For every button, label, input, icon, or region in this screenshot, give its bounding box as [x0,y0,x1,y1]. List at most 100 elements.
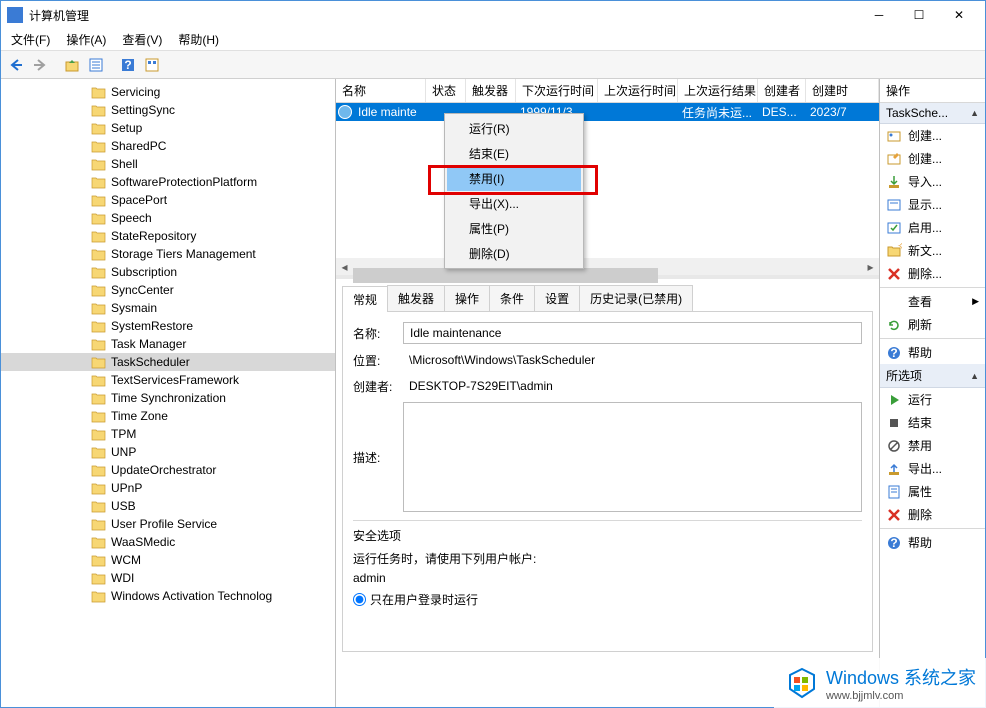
tree-item-updateorchestrator[interactable]: UpdateOrchestrator [1,461,335,479]
minimize-button[interactable]: ─ [859,1,899,29]
maximize-button[interactable]: ☐ [899,1,939,29]
col-result[interactable]: 上次运行结果 [678,79,758,102]
action-show[interactable]: 显示... [880,193,985,216]
tree-item-task-manager[interactable]: Task Manager [1,335,335,353]
action-end[interactable]: 结束 [880,411,985,434]
tab-操作[interactable]: 操作 [444,285,490,311]
tree-item-windows-activation-technolog[interactable]: Windows Activation Technolog [1,587,335,605]
action-delete[interactable]: 删除 [880,503,985,526]
folder-icon [91,176,107,189]
col-lastrun[interactable]: 上次运行时间 [598,79,678,102]
close-button[interactable]: ✕ [939,1,979,29]
scroll-left-icon[interactable]: ◂ [336,258,353,275]
tree-item-textservicesframework[interactable]: TextServicesFramework [1,371,335,389]
tree-item-storage-tiers-management[interactable]: Storage Tiers Management [1,245,335,263]
back-button[interactable] [5,54,27,76]
scroll-thumb[interactable] [353,268,658,283]
tree-item-waasmedic[interactable]: WaaSMedic [1,533,335,551]
tree-item-time-synchronization[interactable]: Time Synchronization [1,389,335,407]
tree-item-systemrestore[interactable]: SystemRestore [1,317,335,335]
ctx-结束e[interactable]: 结束(E) [447,141,581,166]
creator-label: 创建者: [353,378,403,395]
tree-item-tpm[interactable]: TPM [1,425,335,443]
ctx-运行r[interactable]: 运行(R) [447,116,581,141]
action-export[interactable]: 导出... [880,457,985,480]
tree-item-label: User Profile Service [111,517,217,531]
tree-item-upnp[interactable]: UPnP [1,479,335,497]
action-refresh[interactable]: 刷新 [880,313,985,336]
action-newfolder[interactable]: ✧新文... [880,239,985,262]
action-help[interactable]: ?帮助 [880,341,985,364]
action-run[interactable]: 运行 [880,388,985,411]
ctx-属性p[interactable]: 属性(P) [447,216,581,241]
menu-file[interactable]: 文件(F) [5,29,56,50]
action-disable[interactable]: 禁用 [880,434,985,457]
tree-item-shell[interactable]: Shell [1,155,335,173]
tree-item-time-zone[interactable]: Time Zone [1,407,335,425]
tree-item-speech[interactable]: Speech [1,209,335,227]
forward-button[interactable] [29,54,51,76]
col-trigger[interactable]: 触发器 [466,79,516,102]
view-button[interactable] [141,54,163,76]
col-creator[interactable]: 创建者 [758,79,806,102]
tree-item-servicing[interactable]: Servicing [1,83,335,101]
menu-action[interactable]: 操作(A) [60,29,112,50]
menu-view[interactable]: 查看(V) [116,29,168,50]
actions-section-taskscheduler[interactable]: TaskSche... ▲ [880,103,985,124]
tree-pane[interactable]: ServicingSettingSyncSetupSharedPCShellSo… [1,79,336,707]
tab-条件[interactable]: 条件 [489,285,535,311]
up-folder-button[interactable] [61,54,83,76]
ctx-删除d[interactable]: 删除(D) [447,241,581,266]
properties-button[interactable] [85,54,107,76]
tab-常规[interactable]: 常规 [342,286,388,312]
center-pane: 名称 状态 触发器 下次运行时间 上次运行时间 上次运行结果 创建者 创建时 I… [336,79,880,707]
tree-item-wcm[interactable]: WCM [1,551,335,569]
scroll-right-icon[interactable]: ▸ [862,258,879,275]
name-field[interactable]: Idle maintenance [403,322,862,344]
tab-触发器[interactable]: 触发器 [387,285,445,311]
tree-item-subscription[interactable]: Subscription [1,263,335,281]
action-enable[interactable]: 启用... [880,216,985,239]
action-create[interactable]: 创建... [880,147,985,170]
folder-icon [91,374,107,387]
action-label: 帮助 [908,344,932,361]
tree-item-staterepository[interactable]: StateRepository [1,227,335,245]
tree-item-wdi[interactable]: WDI [1,569,335,587]
task-row[interactable]: Idle mainte 1999/11/3... 任务尚未运... DES...… [336,103,879,121]
tree-item-setup[interactable]: Setup [1,119,335,137]
tree-item-spaceport[interactable]: SpacePort [1,191,335,209]
tree-item-sharedpc[interactable]: SharedPC [1,137,335,155]
action-delete[interactable]: 删除... [880,262,985,285]
col-created[interactable]: 创建时 [806,79,879,102]
ctx-禁用i[interactable]: 禁用(I) [447,166,581,191]
col-status[interactable]: 状态 [426,79,466,102]
tree-item-user-profile-service[interactable]: User Profile Service [1,515,335,533]
context-menu[interactable]: 运行(R)结束(E)禁用(I)导出(X)...属性(P)删除(D) [444,113,584,269]
ctx-导出x[interactable]: 导出(X)... [447,191,581,216]
tree-item-taskscheduler[interactable]: TaskScheduler [1,353,335,371]
tree-item-softwareprotectionplatform[interactable]: SoftwareProtectionPlatform [1,173,335,191]
action-properties[interactable]: 属性 [880,480,985,503]
action-import[interactable]: 导入... [880,170,985,193]
tab-设置[interactable]: 设置 [534,285,580,311]
col-nextrun[interactable]: 下次运行时间 [516,79,598,102]
toolbar: ? [1,51,985,79]
action-view[interactable]: 查看▶ [880,290,985,313]
menu-help[interactable]: 帮助(H) [172,29,225,50]
action-help[interactable]: ?帮助 [880,531,985,554]
tree-item-sysmain[interactable]: Sysmain [1,299,335,317]
radio-logged-in-input[interactable] [353,593,366,606]
tree-item-unp[interactable]: UNP [1,443,335,461]
action-create-basic[interactable]: 创建... [880,124,985,147]
col-name[interactable]: 名称 [336,79,426,102]
desc-field[interactable] [403,402,862,512]
tree-item-settingsync[interactable]: SettingSync [1,101,335,119]
radio-logged-in[interactable]: 只在用户登录时运行 [353,591,862,608]
tree-item-synccenter[interactable]: SyncCenter [1,281,335,299]
folder-icon [91,554,107,567]
tab-历史记录(已禁用)[interactable]: 历史记录(已禁用) [579,285,693,311]
help-button[interactable]: ? [117,54,139,76]
list-hscroll[interactable]: ◂ ▸ [336,258,879,275]
actions-section-selected[interactable]: 所选项 ▲ [880,364,985,388]
tree-item-usb[interactable]: USB [1,497,335,515]
